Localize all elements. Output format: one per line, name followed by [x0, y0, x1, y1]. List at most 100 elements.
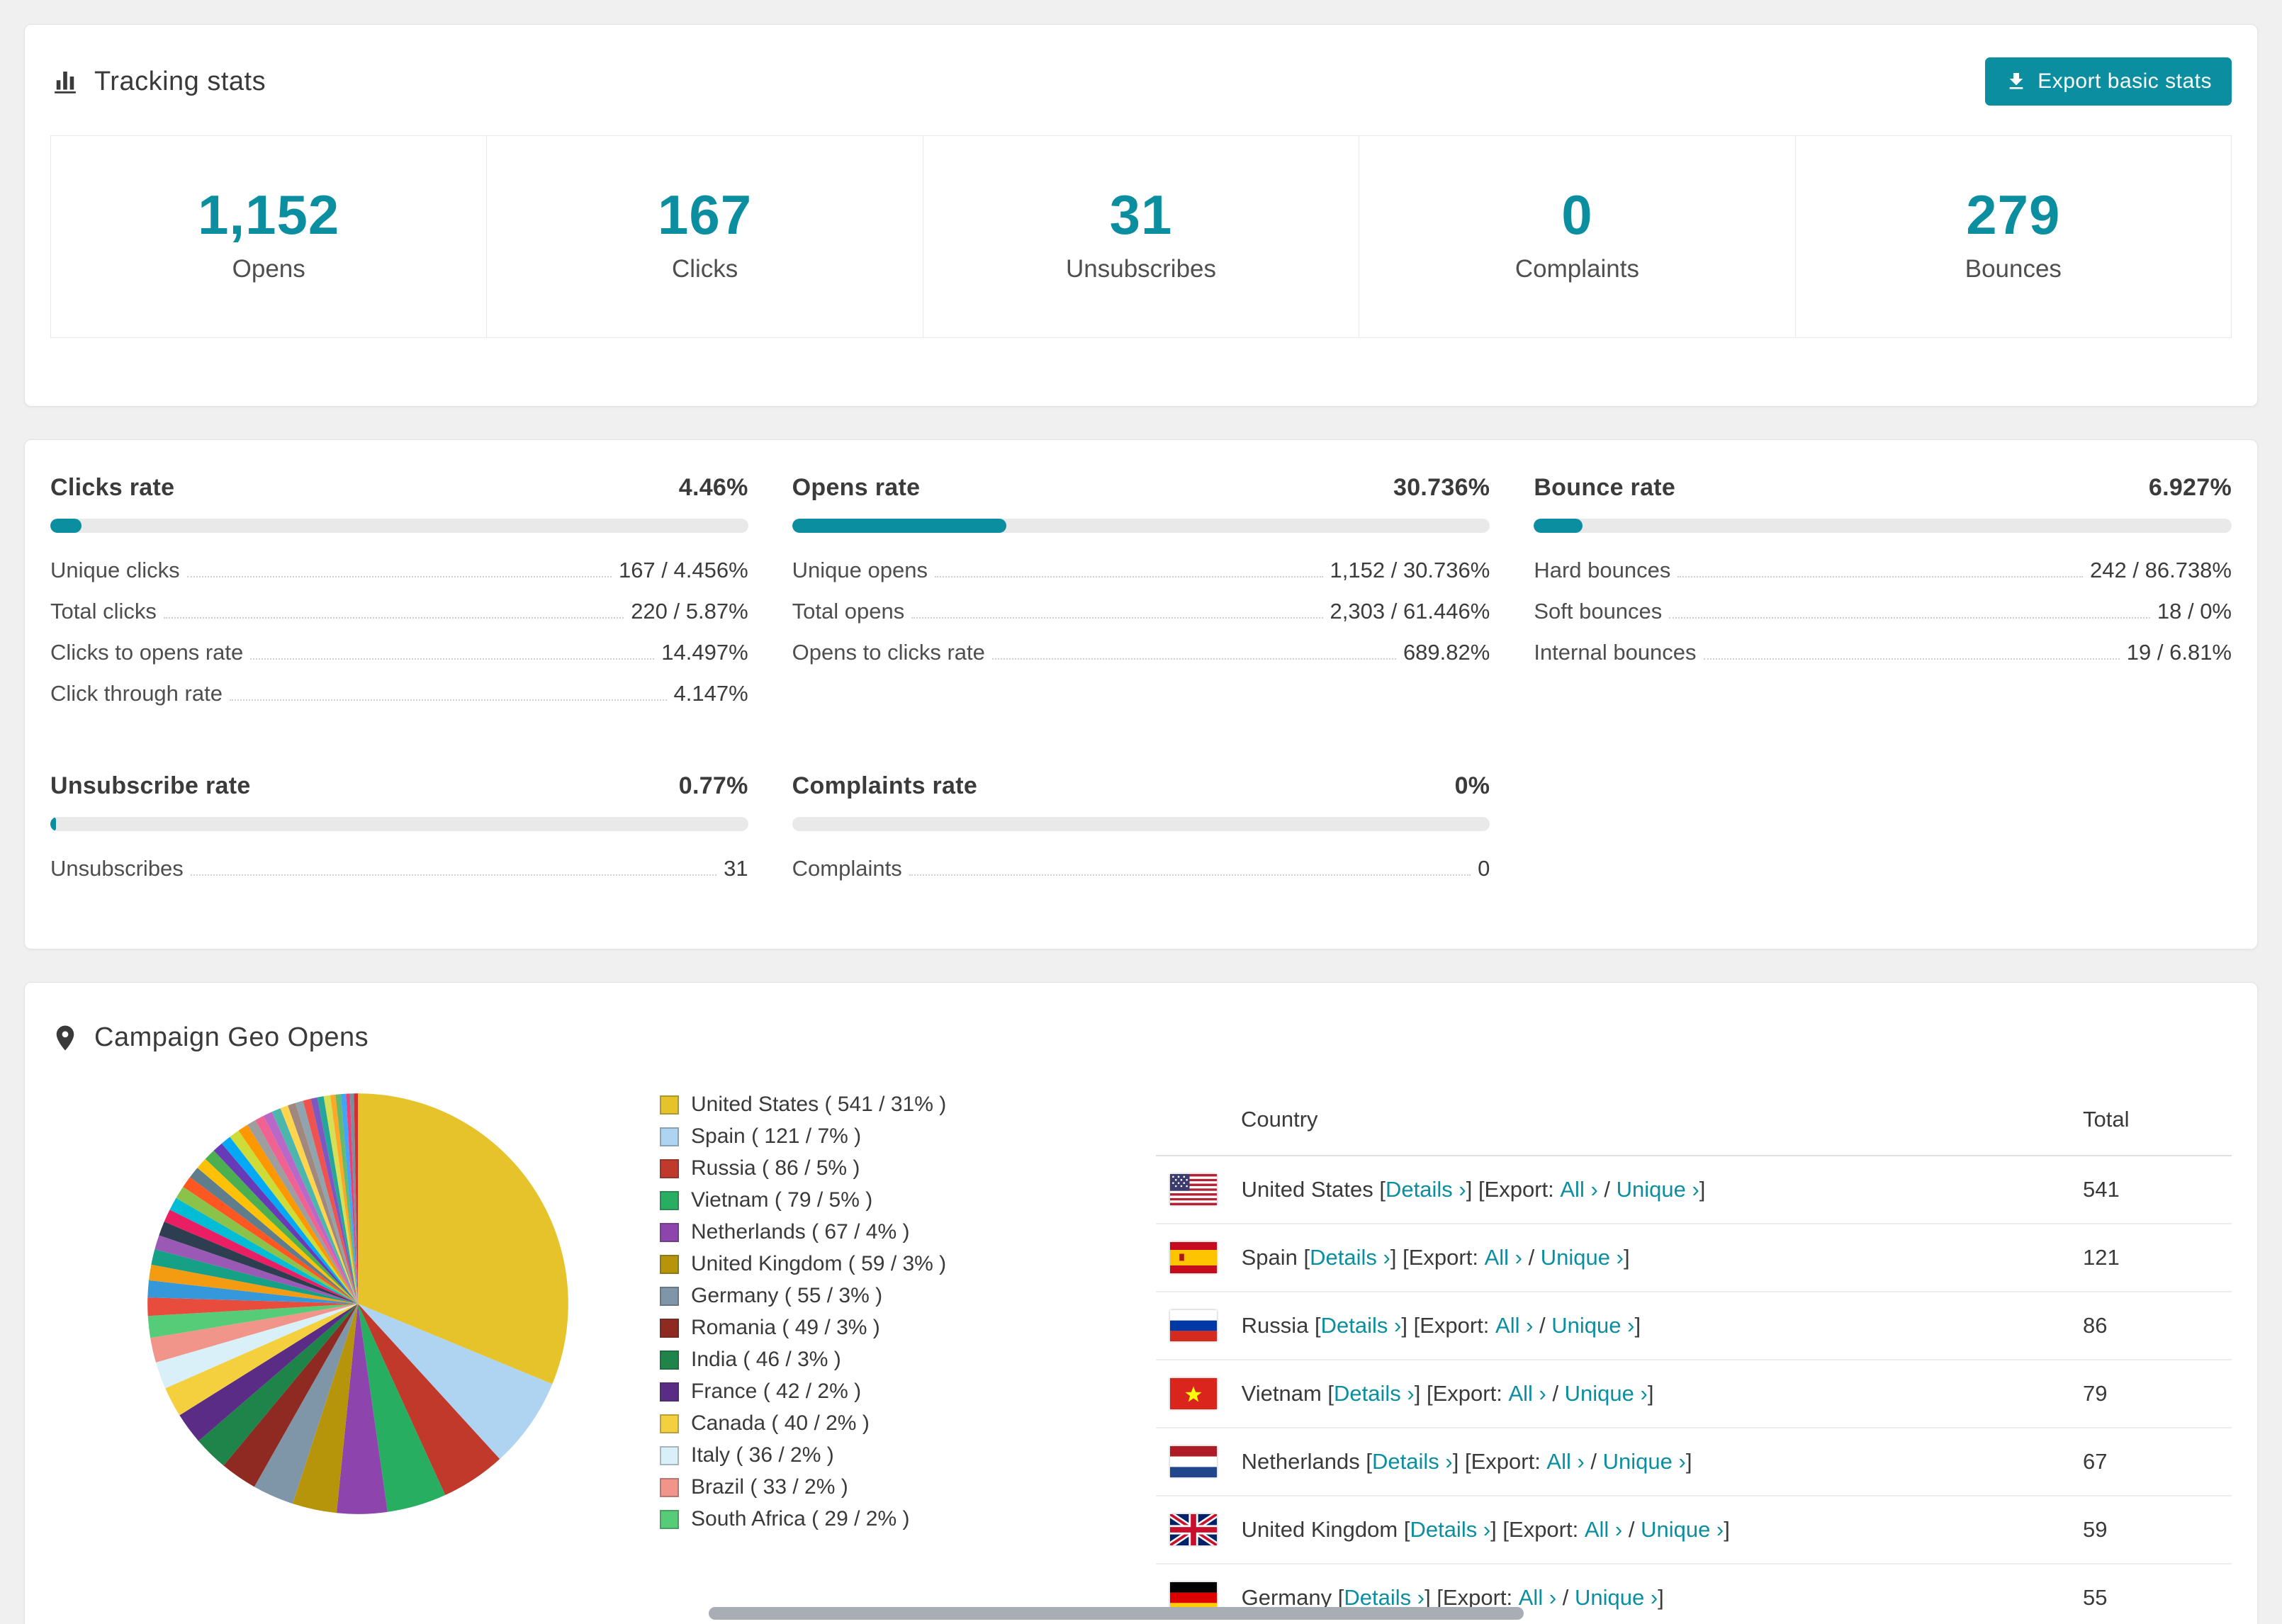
rate-detail-label: Complaints [792, 856, 902, 881]
rate-progress-fill [50, 519, 82, 533]
stat-box: 0 Complaints [1359, 135, 1796, 338]
details-link[interactable]: Details › [1321, 1313, 1402, 1338]
flag-gb-icon [1170, 1514, 1217, 1545]
rate-detail-value: 220 / 5.87% [631, 599, 748, 624]
export-all-link[interactable]: All › [1485, 1245, 1522, 1270]
rate-detail-label: Unique clicks [50, 558, 180, 582]
legend-item: Vietnam ( 79 / 5% ) [660, 1188, 943, 1212]
legend-swatch [660, 1254, 679, 1274]
map-pin-icon [50, 1023, 80, 1053]
rate-detail-value: 2,303 / 61.446% [1330, 599, 1490, 624]
dotted-leader [1669, 617, 2150, 619]
dotted-leader [991, 658, 1396, 660]
stat-label: Bounces [1965, 255, 2062, 283]
export-all-link[interactable]: All › [1560, 1177, 1597, 1202]
details-link[interactable]: Details › [1386, 1177, 1466, 1202]
legend-item: Netherlands ( 67 / 4% ) [660, 1220, 943, 1244]
stat-value: 167 [658, 184, 753, 246]
rate-detail-value: 689.82% [1403, 640, 1490, 665]
stat-box: 167 Clicks [486, 135, 923, 338]
rate-detail-label: Soft bounces [1534, 599, 1663, 624]
export-basic-stats-button[interactable]: Export basic stats [1985, 57, 2232, 106]
details-link[interactable]: Details › [1410, 1517, 1490, 1542]
rate-value: 30.736% [1393, 474, 1490, 501]
export-unique-link[interactable]: Unique › [1565, 1381, 1648, 1406]
country-total: 67 [2083, 1428, 2232, 1496]
dotted-leader [911, 617, 1323, 619]
geo-table-row: Spain [Details ›] [Export: All › / Uniqu… [1156, 1224, 2232, 1292]
geo-table-header-row: Country Total [1156, 1087, 2232, 1156]
rate-detail-row: Unsubscribes 31 [50, 848, 748, 889]
rate-detail-value: 1,152 / 30.736% [1330, 558, 1490, 582]
rate-detail-label: Unique opens [792, 558, 928, 582]
geo-country-cell: Netherlands [Details ›] [Export: All › /… [1156, 1428, 2083, 1496]
export-all-link[interactable]: All › [1495, 1313, 1533, 1338]
country-total: 55 [2083, 1564, 2232, 1624]
geo-pie-chart [141, 1087, 575, 1521]
details-link[interactable]: Details › [1344, 1585, 1424, 1610]
rate-detail-value: 167 / 4.456% [618, 558, 748, 582]
stat-value: 279 [1966, 184, 2061, 246]
geo-country-cell: United States [Details ›] [Export: All ›… [1156, 1156, 2083, 1224]
rate-block: Bounce rate 6.927% Hard bounces 242 / 86… [1534, 474, 2232, 714]
legend-item: Canada ( 40 / 2% ) [660, 1411, 943, 1436]
rate-detail-label: Clicks to opens rate [50, 640, 244, 665]
country-total: 86 [2083, 1292, 2232, 1360]
dotted-leader [909, 874, 1471, 876]
dashboard-page: Tracking stats Export basic stats 1,152 … [0, 0, 2282, 1624]
country-total: 121 [2083, 1224, 2232, 1292]
rate-detail-value: 18 / 0% [2157, 599, 2232, 624]
export-all-link[interactable]: All › [1546, 1449, 1584, 1474]
details-link[interactable]: Details › [1372, 1449, 1453, 1474]
tracking-stats-header: Tracking stats Export basic stats [25, 25, 2257, 135]
legend-label: United Kingdom ( 59 / 3% ) [691, 1252, 947, 1275]
export-unique-link[interactable]: Unique › [1641, 1517, 1724, 1542]
legend-label: Canada ( 40 / 2% ) [691, 1411, 870, 1435]
legend-swatch [660, 1445, 679, 1465]
rate-detail-row: Unique opens 1,152 / 30.736% [792, 550, 1490, 591]
geo-legend: United States ( 541 / 31% ) Spain ( 121 … [660, 1087, 947, 1539]
rate-detail-value: 31 [724, 856, 748, 881]
details-link[interactable]: Details › [1334, 1381, 1415, 1406]
legend-label: Brazil ( 33 / 2% ) [691, 1475, 848, 1499]
export-unique-link[interactable]: Unique › [1551, 1313, 1634, 1338]
bar-chart-icon [50, 67, 80, 96]
horizontal-scrollbar-thumb[interactable] [709, 1607, 1524, 1620]
dotted-leader [190, 874, 717, 876]
stat-box: 1,152 Opens [50, 135, 488, 338]
legend-swatch [660, 1414, 679, 1433]
export-all-link[interactable]: All › [1508, 1381, 1546, 1406]
rate-progress-fill [1534, 519, 1583, 533]
legend-label: Romania ( 49 / 3% ) [691, 1316, 880, 1339]
geo-country-cell: United Kingdom [Details ›] [Export: All … [1156, 1496, 2083, 1564]
geo-country-cell: Russia [Details ›] [Export: All › / Uniq… [1156, 1292, 2083, 1360]
stat-value: 31 [1109, 184, 1173, 246]
legend-item: Romania ( 49 / 3% ) [660, 1316, 943, 1340]
rate-block: Unsubscribe rate 0.77% Unsubscribes 31 [50, 772, 748, 889]
rate-block: Opens rate 30.736% Unique opens 1,152 / … [792, 474, 1490, 714]
export-unique-link[interactable]: Unique › [1603, 1449, 1686, 1474]
rate-title: Complaints rate [792, 772, 978, 799]
export-unique-link[interactable]: Unique › [1617, 1177, 1699, 1202]
flag-nl-icon [1170, 1446, 1217, 1477]
export-unique-link[interactable]: Unique › [1575, 1585, 1658, 1610]
export-all-link[interactable]: All › [1519, 1585, 1556, 1610]
export-icon [2005, 70, 2028, 93]
rate-value: 4.46% [678, 474, 748, 501]
country-name: Russia [1241, 1313, 1309, 1338]
export-all-link[interactable]: All › [1585, 1517, 1622, 1542]
details-link[interactable]: Details › [1310, 1245, 1390, 1270]
rate-title: Bounce rate [1534, 474, 1676, 501]
rate-detail-row: Soft bounces 18 / 0% [1534, 591, 2232, 632]
rate-detail-value: 4.147% [673, 681, 748, 706]
rate-detail-label: Opens to clicks rate [792, 640, 985, 665]
geo-table: Country Total United States [Details ›] … [1156, 1087, 2232, 1624]
country-name: Spain [1241, 1245, 1298, 1270]
dotted-leader [1703, 658, 2120, 660]
export-basic-stats-label: Export basic stats [2038, 69, 2212, 93]
export-unique-link[interactable]: Unique › [1541, 1245, 1624, 1270]
stat-label: Complaints [1514, 255, 1639, 283]
legend-item: India ( 46 / 3% ) [660, 1348, 943, 1372]
geo-table-row: Netherlands [Details ›] [Export: All › /… [1156, 1428, 2232, 1496]
rates-grid: Clicks rate 4.46% Unique clicks 167 / 4.… [50, 474, 2232, 889]
